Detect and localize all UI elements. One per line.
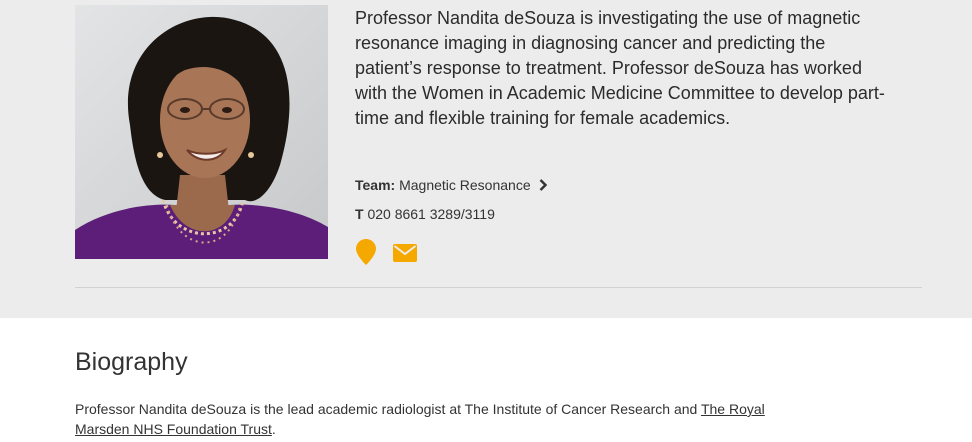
team-label: Team:	[355, 177, 396, 193]
phone-label: T	[355, 206, 364, 222]
team-name: Magnetic Resonance	[399, 177, 531, 193]
biography-heading: Biography	[75, 348, 188, 376]
team-row: Team: Magnetic Resonance	[355, 177, 547, 194]
profile-summary: Professor Nandita deSouza is investigati…	[355, 8, 885, 128]
team-link[interactable]: Magnetic Resonance	[399, 177, 547, 194]
map-pin-icon[interactable]	[356, 239, 376, 270]
biography-text-end: .	[271, 421, 276, 437]
chevron-right-icon	[539, 178, 547, 194]
section-divider	[75, 287, 922, 288]
profile-photo	[75, 5, 328, 259]
biography-text: Professor Nandita deSouza is the lead ac…	[75, 399, 795, 439]
biography-text-start: Professor Nandita deSouza is the lead ac…	[75, 401, 701, 417]
phone-row: T 020 8661 3289/3119	[355, 206, 495, 222]
profile-section: Professor Nandita deSouza is investigati…	[0, 0, 972, 318]
phone-number[interactable]: 020 8661 3289/3119	[367, 206, 494, 222]
envelope-icon[interactable]	[393, 244, 417, 267]
